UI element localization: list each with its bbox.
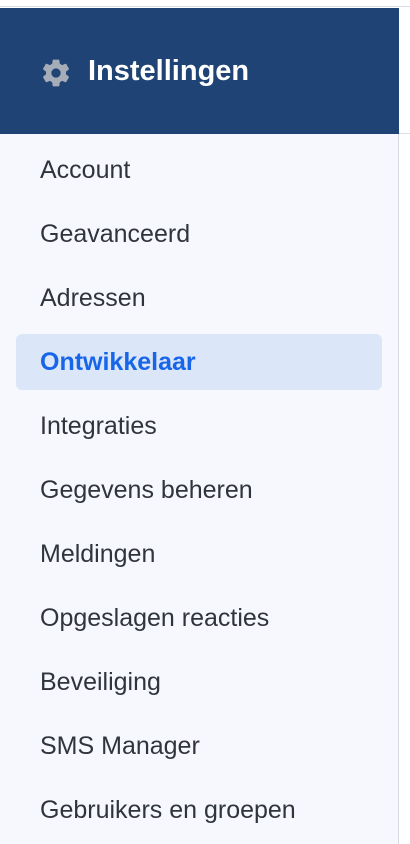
sidebar-item-beveiliging[interactable]: Beveiliging (16, 654, 382, 710)
sidebar-item-gebruikers-en-groepen[interactable]: Gebruikers en groepen (16, 782, 382, 838)
sidebar-item-adressen[interactable]: Adressen (16, 270, 382, 326)
content-divider (399, 133, 410, 134)
sidebar-item-gegevens-beheren[interactable]: Gegevens beheren (16, 462, 382, 518)
sidebar-item-sms-manager[interactable]: SMS Manager (16, 718, 382, 774)
sidebar-item-integraties[interactable]: Integraties (16, 398, 382, 454)
top-border (0, 0, 410, 7)
sidebar-item-opgeslagen-reacties[interactable]: Opgeslagen reacties (16, 590, 382, 646)
sidebar-item-ontwikkelaar[interactable]: Ontwikkelaar (16, 334, 382, 390)
settings-header: Instellingen (0, 8, 399, 134)
sidebar-item-meldingen[interactable]: Meldingen (16, 526, 382, 582)
settings-screen: Instellingen Account Geavanceerd Adressen O… (0, 0, 410, 844)
settings-title: Instellingen (88, 55, 250, 87)
gear-icon (43, 59, 69, 87)
sidebar-item-account[interactable]: Account (16, 142, 382, 198)
settings-sidebar: Instellingen Account Geavanceerd Adressen O… (0, 8, 399, 844)
sidebar-item-geavanceerd[interactable]: Geavanceerd (16, 206, 382, 262)
